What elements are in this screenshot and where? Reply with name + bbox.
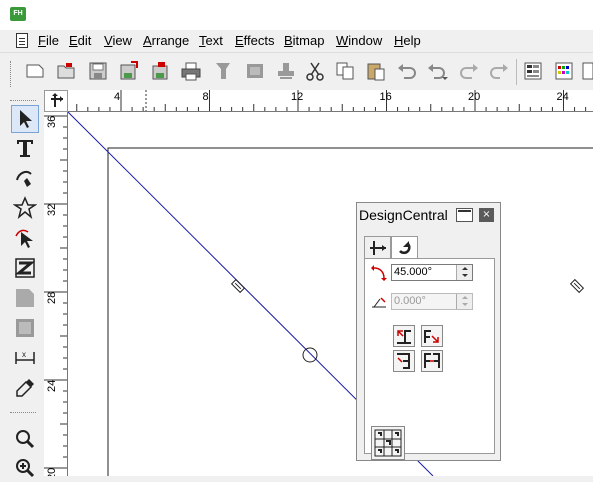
zoom-in-icon[interactable] — [11, 454, 39, 482]
skew-angle-stepper[interactable] — [456, 294, 472, 309]
rotation-angle-field[interactable]: 45.000° — [391, 264, 473, 281]
rotation-handle-left — [230, 278, 246, 294]
panel-close-button[interactable]: × — [479, 208, 494, 222]
tab-position[interactable] — [364, 236, 391, 259]
vertical-ruler[interactable]: 36 32 28 24 20 — [44, 112, 68, 476]
move-icon — [369, 241, 386, 255]
menu-bar: File Edit View Arrange Text Effects Bitm… — [0, 30, 593, 52]
cut-icon[interactable] — [302, 58, 328, 84]
menu-bitmap[interactable]: Bitmap — [284, 33, 324, 49]
ruler-left-label: 28 — [46, 292, 58, 304]
ruler-origin-button[interactable] — [44, 90, 68, 112]
toolbar-separator — [516, 59, 517, 85]
skew-angle-icon — [372, 297, 386, 308]
skew-angle-field[interactable]: 0.000° — [391, 293, 473, 310]
menu-view[interactable]: View — [104, 33, 132, 49]
rotation-handle-right — [569, 278, 585, 294]
ruler-top-label: 24 — [557, 91, 569, 103]
flip-horizontal-right-button[interactable] — [421, 325, 443, 347]
open-icon[interactable] — [53, 58, 79, 84]
rotate-icon — [398, 241, 411, 255]
zoom-tool-icon[interactable] — [11, 425, 39, 453]
menu-text[interactable]: Text — [199, 33, 223, 49]
flip-vertical-icon — [397, 353, 410, 369]
eyedropper-tool-icon[interactable] — [11, 374, 39, 402]
flip-vertical-left-button[interactable] — [393, 350, 415, 372]
menu-arrange[interactable]: Arrange — [143, 33, 189, 49]
flip-horizontal-left-button[interactable] — [393, 325, 415, 347]
stamp-icon[interactable] — [242, 58, 268, 84]
menu-file[interactable]: File — [38, 33, 59, 49]
main-toolbar — [0, 52, 593, 90]
star-tool-icon[interactable] — [11, 194, 39, 222]
text-tool-icon[interactable] — [11, 134, 39, 162]
ruler-left-label: 36 — [46, 116, 58, 128]
more-icon[interactable] — [580, 58, 593, 84]
rotation-angle-stepper[interactable] — [456, 265, 472, 280]
save-icon[interactable] — [85, 58, 111, 84]
panel-title: DesignCentral — [359, 207, 448, 223]
undo-icon[interactable] — [394, 58, 420, 84]
print-icon[interactable] — [178, 58, 204, 84]
title-bar: FH — [0, 0, 593, 30]
ruler-top-label: 12 — [291, 91, 303, 103]
skew-angle-value: 0.000° — [394, 295, 426, 307]
svg-text:x: x — [22, 350, 26, 359]
import-icon[interactable] — [210, 58, 236, 84]
ruler-top-label: 16 — [380, 91, 392, 103]
drawing-canvas[interactable] — [68, 112, 593, 476]
ruler-left-label: 20 — [46, 468, 58, 476]
paste-special-icon[interactable] — [273, 58, 299, 84]
pen-tool-icon[interactable] — [11, 164, 39, 192]
redo-list-icon[interactable] — [486, 58, 512, 84]
panel-rotate-content: 45.000° 0.000° — [364, 258, 495, 460]
ruler-top-label: 8 — [203, 91, 209, 103]
ruler-top-label: 4 — [114, 91, 120, 103]
toolbox-grip[interactable] — [10, 100, 36, 103]
export-icon[interactable] — [147, 58, 173, 84]
flip-vertical-right-button[interactable] — [421, 350, 443, 372]
rotation-center — [302, 347, 318, 363]
tab-rotate[interactable] — [391, 236, 418, 259]
color-palette-icon[interactable] — [551, 58, 577, 84]
undo-list-icon[interactable] — [424, 58, 450, 84]
frame-tool-icon[interactable] — [11, 314, 39, 342]
toolbar-grip[interactable] — [10, 61, 13, 87]
ruler-left-label: 32 — [46, 204, 58, 216]
document-icon[interactable] — [16, 33, 28, 48]
horizontal-ruler[interactable]: 4 8 12 16 20 24 — [68, 90, 593, 112]
app-logo: FH — [10, 7, 26, 21]
shape-tool-icon[interactable] — [11, 284, 39, 312]
menu-help[interactable]: Help — [394, 33, 421, 49]
rotation-angle-icon — [371, 265, 387, 281]
save-as-icon[interactable] — [116, 58, 142, 84]
rotation-angle-value: 45.000° — [394, 266, 433, 278]
panel-maximize-button[interactable] — [456, 208, 473, 222]
menu-effects[interactable]: Effects — [235, 33, 275, 49]
toolbox-separator — [10, 412, 36, 415]
design-central-panel: DesignCentral × 45.000° 0.000° — [356, 202, 501, 461]
flip-both-icon — [424, 353, 440, 368]
flip-left-icon — [397, 330, 411, 344]
origin-grid-icon — [374, 429, 402, 457]
menu-window[interactable]: Window — [336, 33, 382, 49]
transform-origin-grid-button[interactable] — [371, 426, 405, 460]
menu-edit[interactable]: Edit — [69, 33, 91, 49]
toolbox: x — [0, 90, 44, 478]
object-properties-icon[interactable] — [520, 58, 546, 84]
pointer-tool-icon[interactable] — [11, 105, 39, 133]
dimension-tool-icon[interactable]: x — [11, 344, 39, 372]
flip-right-icon — [424, 330, 439, 343]
ruler-left-label: 24 — [46, 380, 58, 392]
paste-icon[interactable] — [363, 58, 389, 84]
copy-icon[interactable] — [332, 58, 358, 84]
ruler-top-label: 20 — [468, 91, 480, 103]
page-border — [107, 147, 593, 476]
node-edit-tool-icon[interactable] — [11, 224, 39, 252]
new-document-icon[interactable] — [22, 58, 48, 84]
zoom-tool-z-icon[interactable] — [11, 254, 39, 282]
redo-icon[interactable] — [456, 58, 482, 84]
